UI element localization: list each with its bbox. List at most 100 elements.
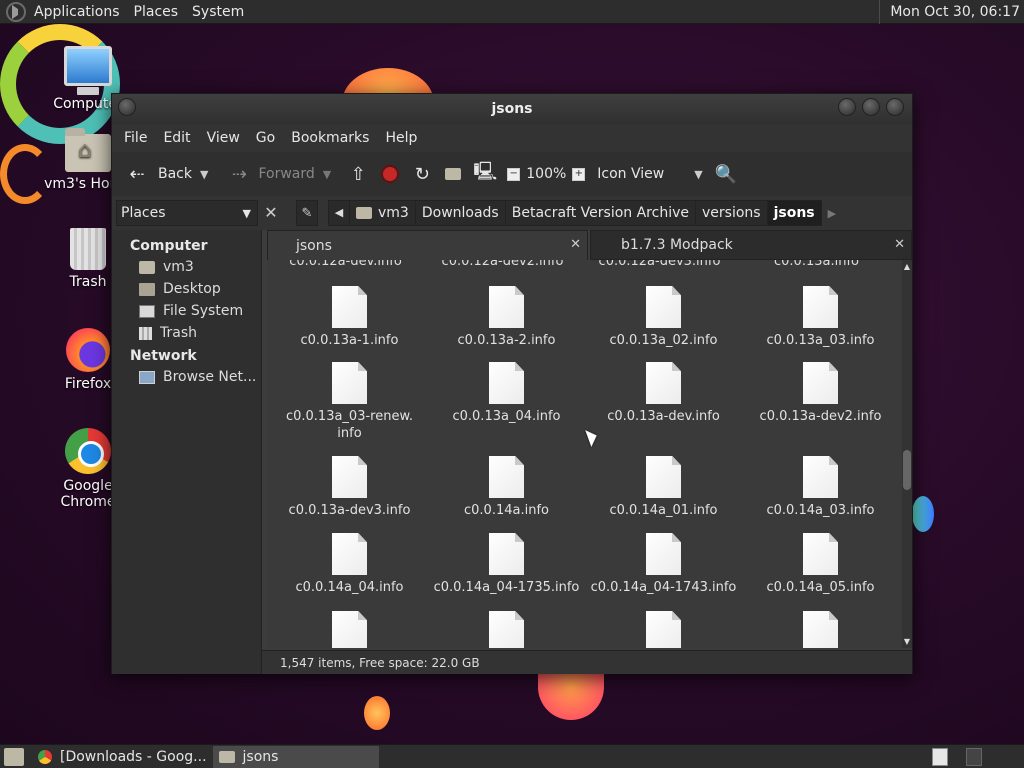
menu-go[interactable]: Go	[248, 130, 283, 146]
file-icon	[489, 286, 524, 328]
tab-jsons[interactable]: jsons ✕	[267, 230, 588, 260]
file-name: c0.0.14a_05.info	[766, 580, 875, 595]
breadcrumb-betacraft[interactable]: Betacraft Version Archive	[504, 200, 696, 226]
file-view[interactable]: c0.0.12a-dev.info c0.0.12a-dev2.info c0.…	[267, 260, 902, 648]
file-item[interactable]: c0.0.13a-dev2.info	[742, 362, 899, 456]
breadcrumb-label: versions	[702, 205, 761, 221]
file-item[interactable]: c0.0.13a_03-renew. info	[271, 362, 428, 456]
file-item[interactable]: c0.0.14a_04-1735.info	[428, 533, 585, 611]
menu-file[interactable]: File	[116, 130, 155, 146]
chevron-down-icon: ▼	[242, 207, 251, 220]
file-item[interactable]: c0.0.13a_02.info	[585, 286, 742, 362]
file-item[interactable]	[271, 611, 428, 648]
network-icon	[139, 370, 155, 384]
scroll-up-icon[interactable]: ▲	[902, 262, 912, 271]
sidebar-item-desktop[interactable]: Desktop	[112, 278, 261, 300]
sidebar-type-select[interactable]: Places ▼	[116, 200, 258, 226]
breadcrumb-versions[interactable]: versions	[695, 200, 768, 226]
scrollbar-thumb[interactable]	[903, 450, 911, 490]
vertical-scrollbar[interactable]: ▲ ▼	[902, 260, 912, 648]
sidebar-item-browse-network[interactable]: Browse Net...	[112, 366, 261, 388]
clock[interactable]: Mon Oct 30, 06:17	[879, 0, 1024, 24]
crumb-scroll-right-icon[interactable]: ▶	[828, 207, 836, 220]
scroll-down-icon[interactable]: ▼	[902, 637, 912, 646]
sidebar-item-trash[interactable]: Trash	[112, 322, 261, 344]
home-button[interactable]	[439, 158, 467, 190]
workspace-1[interactable]	[932, 747, 948, 766]
file-item[interactable]: c0.0.14a_04-1743.info	[585, 533, 742, 611]
system-menu[interactable]: System	[190, 4, 252, 20]
file-item[interactable]	[428, 611, 585, 648]
taskbar-item-chrome[interactable]: [Downloads - Goog...	[32, 746, 213, 768]
file-item[interactable]: c0.0.14a_05.info	[742, 533, 899, 611]
file-item[interactable]: c0.0.12a-dev2.info	[424, 260, 581, 269]
computer-button[interactable]: 🖳	[467, 158, 501, 190]
breadcrumb-downloads[interactable]: Downloads	[414, 200, 506, 226]
view-mode-select[interactable]: Icon View ▼	[591, 158, 708, 190]
taskbar-item-label: [Downloads - Goog...	[60, 748, 207, 765]
up-button[interactable]: ⇧	[341, 158, 375, 190]
view-mode-label: Icon View	[597, 166, 665, 182]
window-titlebar[interactable]: jsons	[112, 94, 912, 124]
taskbar-item-jsons[interactable]: jsons	[212, 745, 379, 768]
file-name: c0.0.14a_03.info	[766, 503, 875, 518]
file-item[interactable]: c0.0.13a.info	[738, 260, 895, 269]
file-name: c0.0.13a-dev3.info	[288, 503, 411, 518]
file-item[interactable]	[742, 611, 899, 648]
chrome-icon	[38, 749, 52, 764]
file-item[interactable]: c0.0.13a-1.info	[271, 286, 428, 362]
workspace-2[interactable]	[966, 747, 982, 766]
file-item[interactable]: c0.0.14a_04.info	[271, 533, 428, 611]
zoom-out-button[interactable]: −	[501, 158, 526, 190]
file-item[interactable]: c0.0.14a_01.info	[585, 456, 742, 533]
toggle-location-entry-button[interactable]: ✎	[296, 200, 318, 226]
file-item[interactable]	[585, 611, 742, 648]
stop-icon	[381, 165, 400, 183]
forward-button[interactable]: ⇢ Forward ▼	[222, 158, 337, 190]
file-item[interactable]: c0.0.13a_04.info	[428, 362, 585, 456]
close-sidebar-icon[interactable]: ✕	[260, 202, 282, 224]
file-item[interactable]: c0.0.14a_03.info	[742, 456, 899, 533]
tab-b173-modpack[interactable]: b1.7.3 Modpack ✕	[590, 230, 912, 260]
window-menu-icon[interactable]	[118, 98, 136, 116]
menu-edit[interactable]: Edit	[155, 130, 198, 146]
file-item[interactable]: c0.0.13a-2.info	[428, 286, 585, 362]
file-item[interactable]: c0.0.13a-dev.info	[585, 362, 742, 456]
sidebar-item-vm3[interactable]: vm3	[112, 256, 261, 278]
trash-icon	[139, 326, 152, 340]
applications-menu[interactable]: Applications	[32, 4, 128, 20]
menu-view[interactable]: View	[199, 130, 248, 146]
sidebar-item-file-system[interactable]: File System	[112, 300, 261, 322]
stop-button[interactable]	[375, 158, 405, 190]
show-desktop-icon[interactable]	[4, 747, 24, 766]
menu-bookmarks[interactable]: Bookmarks	[283, 130, 377, 146]
tab-bar: jsons ✕ b1.7.3 Modpack ✕	[267, 230, 912, 260]
zoom-in-button[interactable]: +	[566, 158, 591, 190]
reload-button[interactable]: ↻	[405, 158, 439, 190]
file-item[interactable]: c0.0.13a_03.info	[742, 286, 899, 362]
back-button[interactable]: ⇠ Back ▼	[120, 158, 214, 190]
menu-logo-icon[interactable]	[6, 1, 26, 22]
maximize-icon[interactable]	[862, 98, 880, 116]
forward-history-dropdown-icon[interactable]: ▼	[323, 168, 331, 181]
breadcrumb-label: vm3	[378, 205, 409, 221]
file-icon	[332, 611, 367, 648]
file-item[interactable]: c0.0.13a-dev3.info	[271, 456, 428, 533]
crumb-scroll-left-icon[interactable]: ◀	[328, 200, 350, 226]
file-item[interactable]: c0.0.12a-dev.info	[267, 260, 424, 269]
minimize-icon[interactable]	[838, 98, 856, 116]
close-tab-icon[interactable]: ✕	[570, 237, 581, 252]
close-tab-icon[interactable]: ✕	[894, 237, 905, 252]
close-icon[interactable]	[886, 98, 904, 116]
places-menu[interactable]: Places	[132, 4, 187, 20]
file-item[interactable]: c0.0.12a-dev3.info	[581, 260, 738, 269]
breadcrumb-jsons[interactable]: jsons	[766, 200, 822, 226]
file-icon	[803, 611, 838, 648]
search-button[interactable]: 🔍	[709, 158, 743, 190]
tab-label: b1.7.3 Modpack	[621, 237, 733, 253]
back-history-dropdown-icon[interactable]: ▼	[200, 168, 208, 181]
file-item[interactable]: c0.0.14a.info	[428, 456, 585, 533]
file-icon	[489, 362, 524, 404]
breadcrumb-vm3[interactable]: vm3	[349, 200, 416, 226]
menu-help[interactable]: Help	[377, 130, 425, 146]
